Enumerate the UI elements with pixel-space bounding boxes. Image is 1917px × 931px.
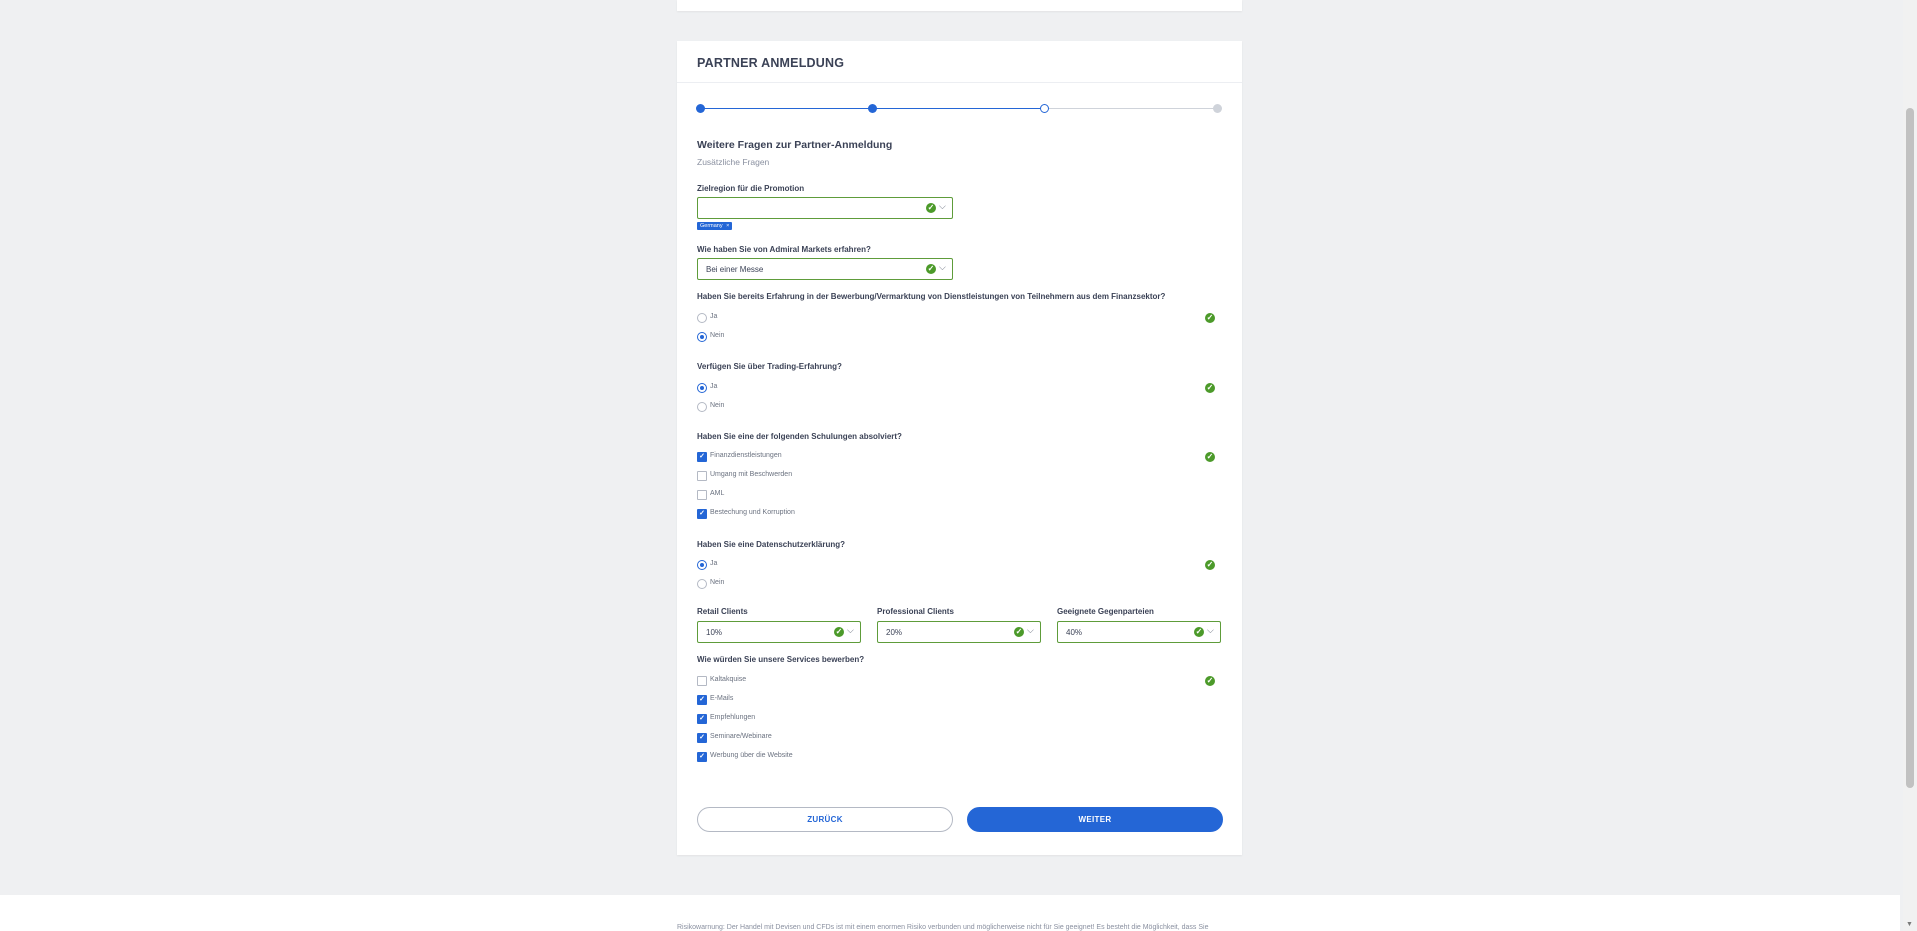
promotion-question-label: Wie würden Sie unsere Services bewerben? [697, 655, 865, 664]
option-label: Finanzdienstleistungen [710, 452, 782, 459]
scroll-down-arrow-icon[interactable]: ▼ [1906, 921, 1913, 928]
close-icon[interactable]: × [726, 223, 729, 229]
option-label: Seminare/Webinare [710, 733, 772, 740]
section-subtitle: Zusätzliche Fragen [697, 157, 770, 167]
option-label: AML [710, 490, 725, 497]
option-label: Nein [710, 332, 725, 339]
step-4-dot [1213, 104, 1222, 113]
professional-clients-select[interactable]: 20% ✓ ⌵ [877, 621, 1041, 643]
option-label: Empfehlungen [710, 714, 756, 721]
heard-about-label: Wie haben Sie von Admiral Markets erfahr… [697, 245, 871, 254]
check-circle-icon: ✓ [1205, 560, 1215, 570]
chevron-down-icon: ⌵ [1207, 625, 1214, 635]
target-region-label: Zielregion für die Promotion [697, 184, 805, 193]
partner-registration-card: PARTNER ANMELDUNG Weitere Fragen zur Par… [677, 41, 1242, 855]
retail-clients-value: 10% [706, 628, 723, 637]
heard-about-select[interactable]: Bei einer Messe ✓ ⌵ [697, 258, 953, 280]
experience-question-label: Haben Sie bereits Erfahrung in der Bewer… [697, 292, 1166, 301]
trading-question-label: Verfügen Sie über Trading-Erfahrung? [697, 362, 842, 371]
back-button[interactable]: ZURÜCK [697, 807, 953, 832]
chevron-down-icon: ⌵ [847, 625, 854, 635]
chevron-down-icon: ⌵ [1027, 625, 1034, 635]
page-title: PARTNER ANMELDUNG [697, 56, 845, 70]
check-circle-icon: ✓ [926, 264, 936, 274]
option-label: Kaltakquise [710, 676, 747, 683]
check-circle-icon: ✓ [926, 203, 936, 213]
checkbox-checked[interactable]: ✓ [697, 695, 707, 705]
region-chip-germany: Germany × [697, 222, 733, 230]
region-chip-label: Germany [700, 223, 723, 229]
check-circle-icon: ✓ [1205, 676, 1215, 686]
counterparties-value: 40% [1066, 628, 1083, 637]
counterparties-label: Geeignete Gegenparteien [1057, 607, 1154, 616]
option-label: Nein [710, 402, 725, 409]
retail-clients-label: Retail Clients [697, 607, 748, 616]
check-circle-icon: ✓ [834, 627, 844, 637]
trainings-question-label: Haben Sie eine der folgenden Schulungen … [697, 432, 902, 441]
radio-button-selected[interactable] [697, 332, 707, 342]
checkbox-checked[interactable]: ✓ [697, 752, 707, 762]
counterparties-select[interactable]: 40% ✓ ⌵ [1057, 621, 1221, 643]
step-2-dot [868, 104, 877, 113]
next-button[interactable]: WEITER [967, 807, 1223, 832]
checkbox[interactable] [697, 676, 707, 686]
check-circle-icon: ✓ [1014, 627, 1024, 637]
scrollbar-thumb[interactable] [1906, 108, 1914, 788]
option-label: Nein [710, 579, 725, 586]
check-circle-icon: ✓ [1205, 313, 1215, 323]
option-label: Umgang mit Beschwerden [710, 471, 793, 478]
option-label: Werbung über die Website [710, 752, 793, 759]
checkbox[interactable] [697, 490, 707, 500]
chevron-down-icon: ⌵ [939, 201, 946, 211]
step-1-dot [696, 104, 705, 113]
option-label: Bestechung und Korruption [710, 509, 795, 516]
radio-button[interactable] [697, 579, 707, 589]
risk-warning-text: Risikowarnung: Der Handel mit Devisen un… [677, 924, 1209, 931]
professional-clients-value: 20% [886, 628, 903, 637]
target-region-select[interactable]: ✓ ⌵ [697, 197, 953, 219]
checkbox-checked[interactable]: ✓ [697, 509, 707, 519]
option-label: Ja [710, 313, 718, 320]
privacy-question-label: Haben Sie eine Datenschutzerklärung? [697, 540, 846, 549]
card-header: PARTNER ANMELDUNG [677, 41, 1242, 83]
check-circle-icon: ✓ [1205, 452, 1215, 462]
footer: Risikowarnung: Der Handel mit Devisen un… [0, 895, 1900, 931]
section-title: Weitere Fragen zur Partner-Anmeldung [697, 139, 893, 151]
option-label: E-Mails [710, 695, 734, 702]
check-circle-icon: ✓ [1205, 383, 1215, 393]
retail-clients-select[interactable]: 10% ✓ ⌵ [697, 621, 861, 643]
chevron-down-icon: ⌵ [939, 262, 946, 272]
radio-button-selected[interactable] [697, 560, 707, 570]
professional-clients-label: Professional Clients [877, 607, 954, 616]
checkbox-checked[interactable]: ✓ [697, 452, 707, 462]
checkbox-checked[interactable]: ✓ [697, 733, 707, 743]
radio-button[interactable] [697, 313, 707, 323]
radio-button[interactable] [697, 402, 707, 412]
step-3-dot [1040, 104, 1049, 113]
radio-button-selected[interactable] [697, 383, 707, 393]
checkbox[interactable] [697, 471, 707, 481]
heard-about-value: Bei einer Messe [706, 265, 764, 274]
check-circle-icon: ✓ [1194, 627, 1204, 637]
previous-card [677, 0, 1242, 11]
stepper-line-remaining [1047, 108, 1219, 109]
checkbox-checked[interactable]: ✓ [697, 714, 707, 724]
option-label: Ja [710, 383, 718, 390]
option-label: Ja [710, 560, 718, 567]
